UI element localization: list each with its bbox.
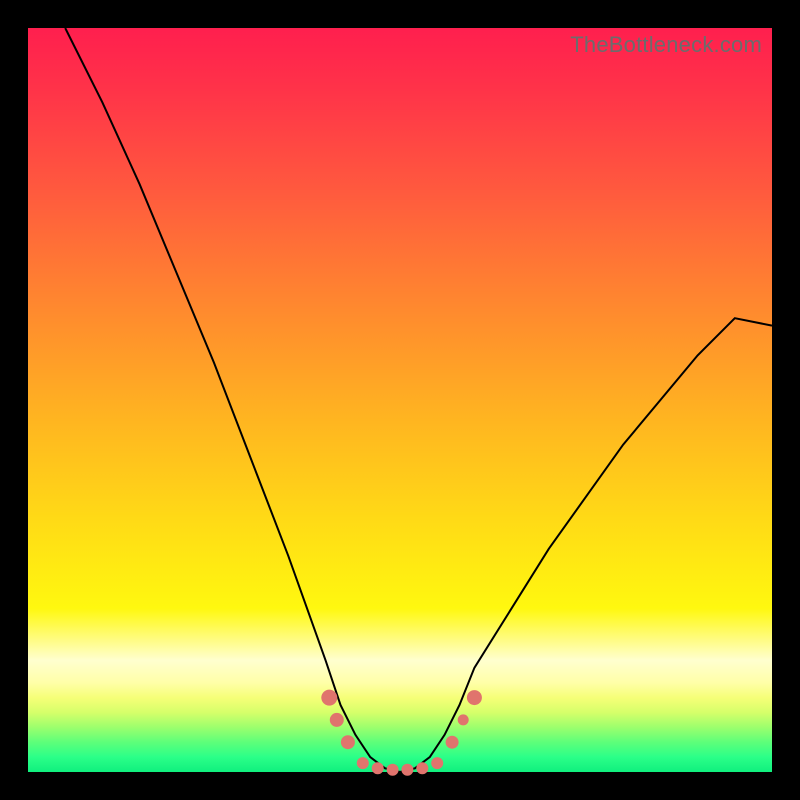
plot-area: TheBottleneck.com: [28, 28, 772, 772]
curve-marker: [341, 735, 355, 749]
curve-marker: [387, 764, 399, 776]
curve-marker: [446, 736, 459, 749]
curve-svg: [28, 28, 772, 772]
curve-marker: [416, 762, 428, 774]
curve-marker: [467, 690, 482, 705]
curve-marker: [330, 713, 344, 727]
chart-frame: TheBottleneck.com: [0, 0, 800, 800]
curve-marker: [321, 690, 337, 706]
curve-marker: [458, 714, 469, 725]
bottleneck-curve: [65, 28, 772, 772]
curve-marker: [357, 757, 369, 769]
curve-marker: [372, 762, 384, 774]
curve-marker: [431, 757, 443, 769]
curve-marker: [401, 764, 413, 776]
markers-group: [321, 690, 482, 776]
